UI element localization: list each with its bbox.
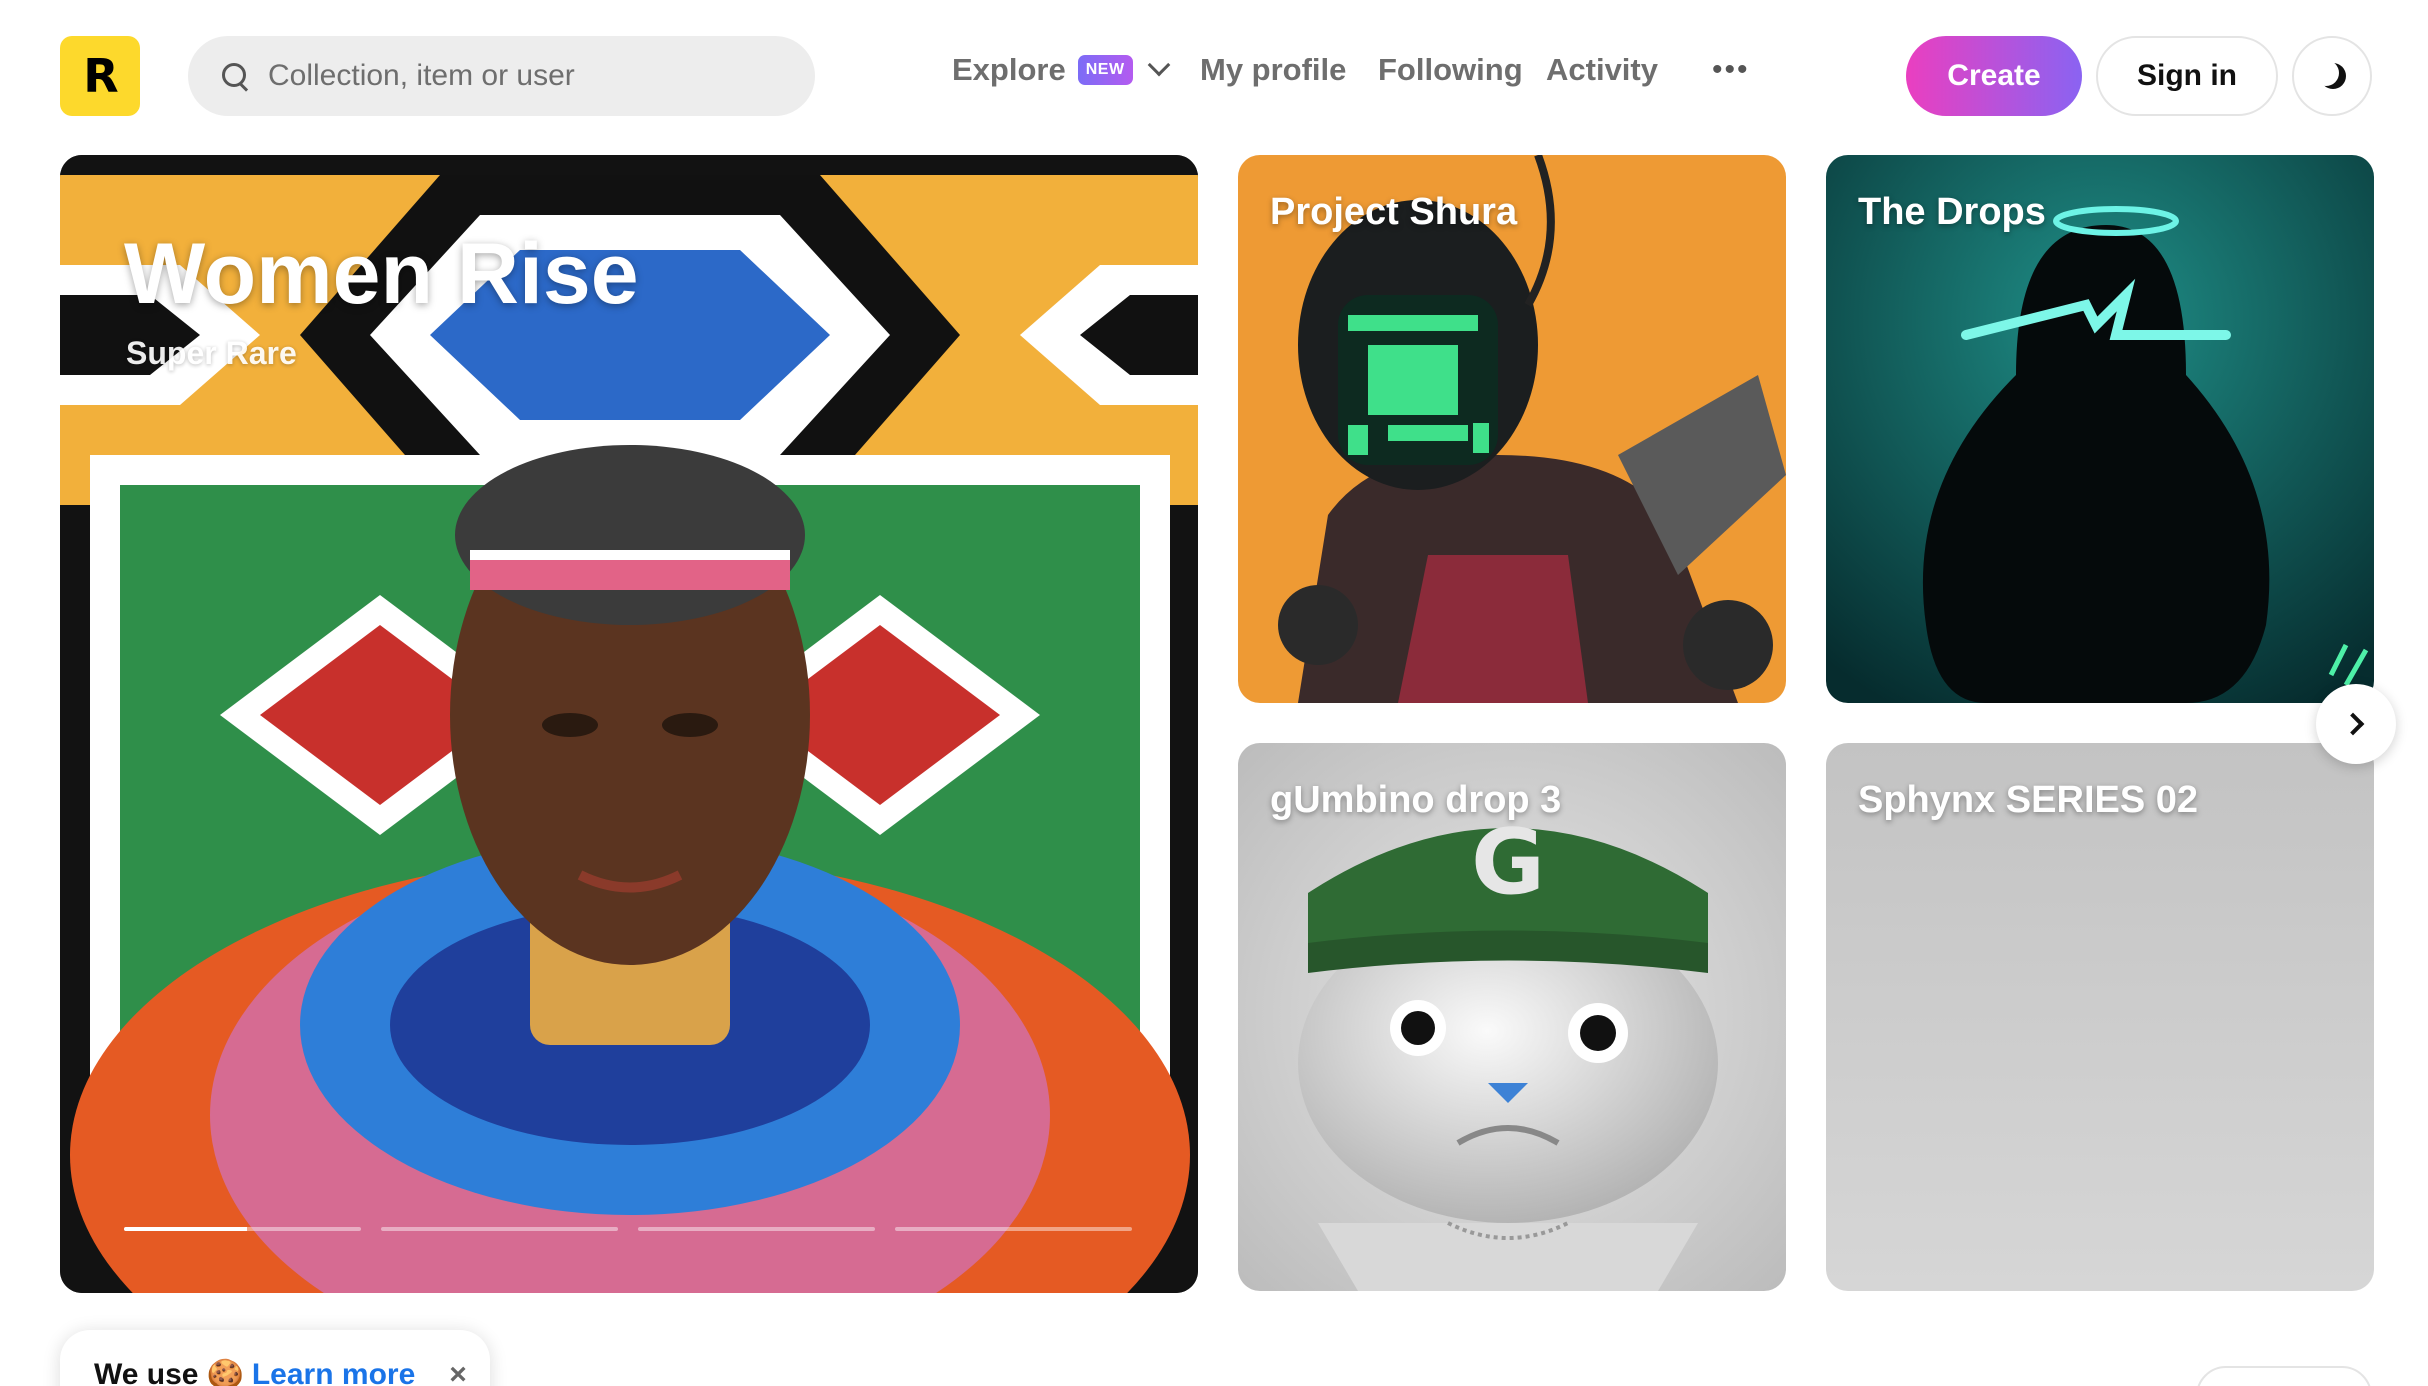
slide-progress-segment-1[interactable] <box>124 1227 361 1231</box>
nav-activity[interactable]: Activity <box>1546 52 1658 88</box>
svg-text:G: G <box>1471 810 1545 915</box>
project-shura-artwork <box>1238 155 1786 703</box>
sign-in-button[interactable]: Sign in <box>2096 36 2278 116</box>
card-title: gUmbino drop 3 <box>1270 779 1562 821</box>
nav-explore-label: Explore <box>952 52 1066 87</box>
slide-progress-segment-2[interactable] <box>381 1227 618 1231</box>
collection-card-sphynx-series-02[interactable]: Sphynx SERIES 02 <box>1826 743 2374 1291</box>
moon-icon <box>2313 60 2339 86</box>
cookie-banner: We use 🍪 Learn more × <box>60 1330 490 1386</box>
collection-card-the-drops[interactable]: The Drops <box>1826 155 2374 703</box>
cookie-text: We use <box>94 1358 199 1386</box>
hero-subtitle: Super Rare <box>126 335 297 371</box>
slide-progress-segment-4[interactable] <box>895 1227 1132 1231</box>
search-bar[interactable] <box>188 36 815 116</box>
rarible-logo[interactable]: R <box>60 36 140 116</box>
sphynx-artwork <box>1826 743 2374 1291</box>
nav-following[interactable]: Following <box>1378 52 1523 88</box>
theme-toggle-button[interactable] <box>2292 36 2372 116</box>
the-drops-artwork <box>1826 155 2374 703</box>
card-title: Project Shura <box>1270 191 1518 233</box>
top-header: R Explore NEW My profile Following Activ… <box>0 0 2428 150</box>
search-input[interactable] <box>268 59 788 93</box>
hero-artwork <box>60 155 1198 1293</box>
card-title: Sphynx SERIES 02 <box>1858 779 2199 821</box>
slide-progress <box>124 1227 1132 1231</box>
cookie-icon: 🍪 <box>206 1359 244 1386</box>
chevron-right-icon <box>2341 712 2365 736</box>
create-button[interactable]: Create <box>1906 36 2082 116</box>
section-action-pill[interactable] <box>2196 1366 2372 1386</box>
chevron-down-icon <box>1147 53 1170 77</box>
search-icon <box>220 61 250 91</box>
collection-card-project-shura[interactable]: Project Shura <box>1238 155 1786 703</box>
learn-more-link[interactable]: Learn more <box>252 1358 415 1386</box>
card-title: The Drops <box>1858 191 2046 233</box>
hero-title: Women Rise <box>124 226 639 322</box>
close-icon[interactable]: × <box>449 1358 467 1386</box>
slide-progress-segment-3[interactable] <box>638 1227 875 1231</box>
collection-card-gumbino-drop-3[interactable]: G gUmbino drop 3 <box>1238 743 1786 1291</box>
nav-explore[interactable]: Explore NEW <box>952 52 1170 88</box>
slide-progress-fill <box>124 1227 248 1231</box>
gumbino-artwork: G <box>1238 743 1786 1291</box>
hero-featured-drop[interactable]: Women Rise Super Rare <box>60 155 1198 1293</box>
logo-letter: R <box>83 49 118 103</box>
more-menu-icon[interactable]: ••• <box>1712 55 1750 85</box>
carousel-next-button[interactable] <box>2316 684 2396 764</box>
new-badge: NEW <box>1077 55 1133 85</box>
nav-my-profile[interactable]: My profile <box>1200 52 1346 88</box>
